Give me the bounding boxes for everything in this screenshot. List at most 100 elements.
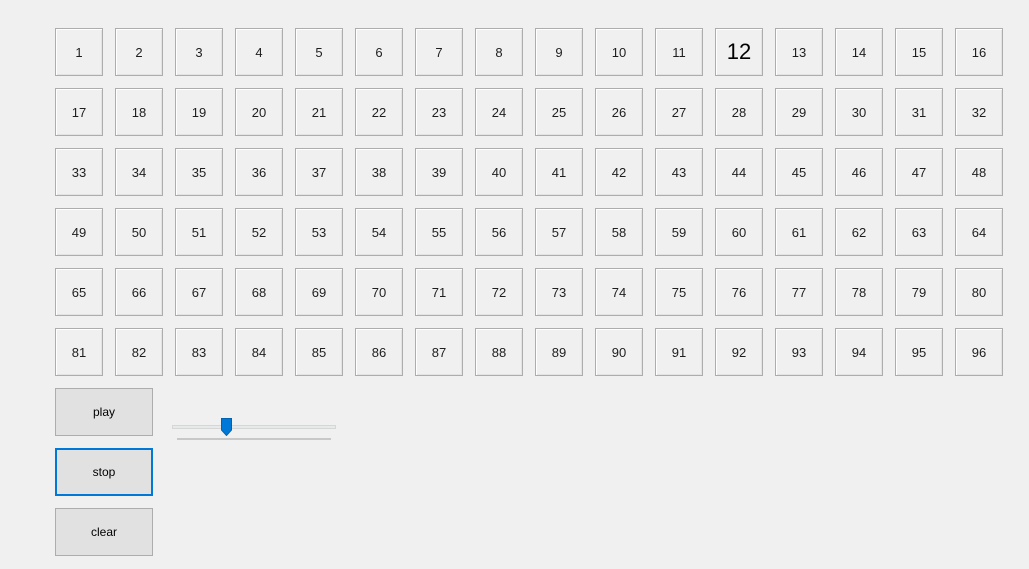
grid-cell[interactable]: 43 <box>655 148 703 196</box>
grid-cell[interactable]: 12 <box>715 28 763 76</box>
play-button[interactable]: play <box>55 388 153 436</box>
grid-cell[interactable]: 41 <box>535 148 583 196</box>
grid-cell[interactable]: 30 <box>835 88 883 136</box>
grid-cell[interactable]: 49 <box>55 208 103 256</box>
grid-cell[interactable]: 88 <box>475 328 523 376</box>
grid-cell[interactable]: 33 <box>55 148 103 196</box>
grid-cell[interactable]: 2 <box>115 28 163 76</box>
grid-cell[interactable]: 19 <box>175 88 223 136</box>
grid-cell[interactable]: 89 <box>535 328 583 376</box>
grid-cell[interactable]: 32 <box>955 88 1003 136</box>
grid-cell[interactable]: 63 <box>895 208 943 256</box>
speed-slider[interactable] <box>172 414 336 444</box>
grid-cell[interactable]: 58 <box>595 208 643 256</box>
grid-cell[interactable]: 47 <box>895 148 943 196</box>
grid-cell[interactable]: 86 <box>355 328 403 376</box>
grid-cell[interactable]: 38 <box>355 148 403 196</box>
grid-cell[interactable]: 57 <box>535 208 583 256</box>
grid-cell[interactable]: 70 <box>355 268 403 316</box>
grid-cell[interactable]: 48 <box>955 148 1003 196</box>
grid-cell[interactable]: 5 <box>295 28 343 76</box>
grid-cell[interactable]: 24 <box>475 88 523 136</box>
grid-cell[interactable]: 37 <box>295 148 343 196</box>
grid-cell[interactable]: 6 <box>355 28 403 76</box>
grid-cell[interactable]: 20 <box>235 88 283 136</box>
grid-cell[interactable]: 72 <box>475 268 523 316</box>
grid-cell[interactable]: 60 <box>715 208 763 256</box>
grid-cell[interactable]: 35 <box>175 148 223 196</box>
grid-cell[interactable]: 7 <box>415 28 463 76</box>
stop-button[interactable]: stop <box>55 448 153 496</box>
grid-cell[interactable]: 62 <box>835 208 883 256</box>
grid-cell[interactable]: 59 <box>655 208 703 256</box>
grid-cell[interactable]: 73 <box>535 268 583 316</box>
grid-cell[interactable]: 91 <box>655 328 703 376</box>
grid-cell[interactable]: 9 <box>535 28 583 76</box>
grid-cell[interactable]: 28 <box>715 88 763 136</box>
grid-cell[interactable]: 44 <box>715 148 763 196</box>
grid-cell[interactable]: 83 <box>175 328 223 376</box>
grid-cell[interactable]: 96 <box>955 328 1003 376</box>
grid-cell[interactable]: 77 <box>775 268 823 316</box>
grid-cell[interactable]: 23 <box>415 88 463 136</box>
grid-cell[interactable]: 75 <box>655 268 703 316</box>
grid-cell[interactable]: 46 <box>835 148 883 196</box>
grid-cell[interactable]: 26 <box>595 88 643 136</box>
grid-cell[interactable]: 25 <box>535 88 583 136</box>
grid-cell[interactable]: 22 <box>355 88 403 136</box>
grid-cell[interactable]: 90 <box>595 328 643 376</box>
grid-cell[interactable]: 76 <box>715 268 763 316</box>
grid-cell[interactable]: 18 <box>115 88 163 136</box>
grid-cell[interactable]: 4 <box>235 28 283 76</box>
grid-cell[interactable]: 55 <box>415 208 463 256</box>
grid-cell[interactable]: 17 <box>55 88 103 136</box>
grid-cell[interactable]: 80 <box>955 268 1003 316</box>
grid-cell[interactable]: 52 <box>235 208 283 256</box>
grid-cell[interactable]: 3 <box>175 28 223 76</box>
grid-cell[interactable]: 54 <box>355 208 403 256</box>
grid-cell[interactable]: 69 <box>295 268 343 316</box>
grid-cell[interactable]: 66 <box>115 268 163 316</box>
grid-cell[interactable]: 42 <box>595 148 643 196</box>
grid-cell[interactable]: 53 <box>295 208 343 256</box>
grid-cell[interactable]: 39 <box>415 148 463 196</box>
grid-cell[interactable]: 50 <box>115 208 163 256</box>
clear-button[interactable]: clear <box>55 508 153 556</box>
grid-cell[interactable]: 65 <box>55 268 103 316</box>
grid-cell[interactable]: 93 <box>775 328 823 376</box>
grid-cell[interactable]: 84 <box>235 328 283 376</box>
grid-cell[interactable]: 71 <box>415 268 463 316</box>
grid-cell[interactable]: 78 <box>835 268 883 316</box>
grid-cell[interactable]: 8 <box>475 28 523 76</box>
grid-cell[interactable]: 64 <box>955 208 1003 256</box>
grid-cell[interactable]: 34 <box>115 148 163 196</box>
grid-cell[interactable]: 45 <box>775 148 823 196</box>
grid-cell[interactable]: 74 <box>595 268 643 316</box>
grid-cell[interactable]: 68 <box>235 268 283 316</box>
grid-cell[interactable]: 85 <box>295 328 343 376</box>
grid-cell[interactable]: 81 <box>55 328 103 376</box>
slider-thumb-icon[interactable] <box>220 418 232 436</box>
grid-cell[interactable]: 82 <box>115 328 163 376</box>
grid-cell[interactable]: 67 <box>175 268 223 316</box>
grid-cell[interactable]: 87 <box>415 328 463 376</box>
grid-cell[interactable]: 15 <box>895 28 943 76</box>
grid-cell[interactable]: 13 <box>775 28 823 76</box>
grid-cell[interactable]: 51 <box>175 208 223 256</box>
grid-cell[interactable]: 94 <box>835 328 883 376</box>
grid-cell[interactable]: 27 <box>655 88 703 136</box>
grid-cell[interactable]: 31 <box>895 88 943 136</box>
grid-cell[interactable]: 10 <box>595 28 643 76</box>
grid-cell[interactable]: 56 <box>475 208 523 256</box>
grid-cell[interactable]: 14 <box>835 28 883 76</box>
grid-cell[interactable]: 61 <box>775 208 823 256</box>
grid-cell[interactable]: 79 <box>895 268 943 316</box>
grid-cell[interactable]: 92 <box>715 328 763 376</box>
grid-cell[interactable]: 16 <box>955 28 1003 76</box>
grid-cell[interactable]: 11 <box>655 28 703 76</box>
grid-cell[interactable]: 40 <box>475 148 523 196</box>
grid-cell[interactable]: 21 <box>295 88 343 136</box>
grid-cell[interactable]: 36 <box>235 148 283 196</box>
grid-cell[interactable]: 29 <box>775 88 823 136</box>
grid-cell[interactable]: 95 <box>895 328 943 376</box>
